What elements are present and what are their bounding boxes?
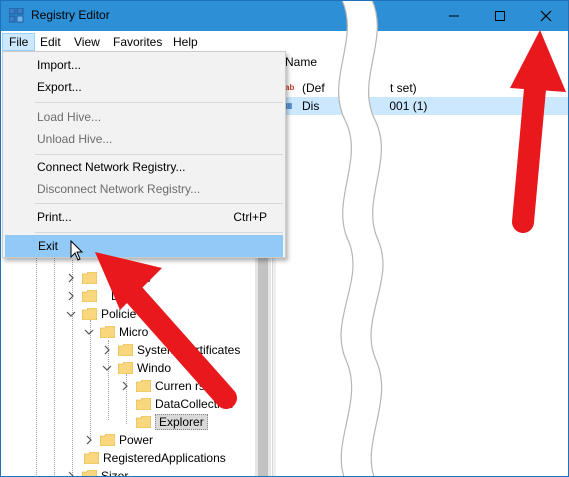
red-arrow-icon: [95, 252, 237, 409]
annotation-arrows: [95, 30, 566, 409]
red-arrow-icon: [510, 30, 566, 233]
